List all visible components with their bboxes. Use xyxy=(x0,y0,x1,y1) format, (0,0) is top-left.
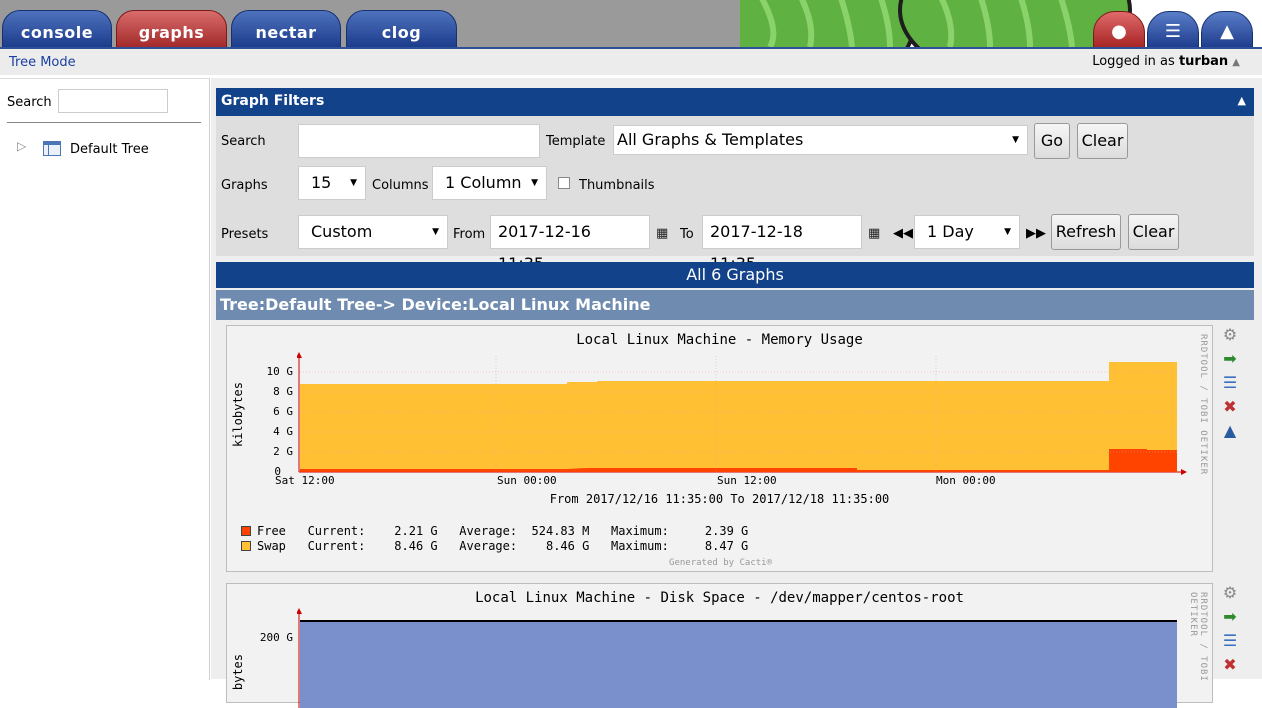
list-icon[interactable]: ☰ xyxy=(1220,373,1240,393)
graph-title: Local Linux Machine - Disk Space - /dev/… xyxy=(475,590,964,606)
legend-swap: Swap Current: 8.46 G Average: 8.46 G Max… xyxy=(241,539,748,553)
tab-console[interactable]: console xyxy=(2,10,112,47)
tree-view-tab[interactable]: ● xyxy=(1093,11,1145,47)
sidebar-divider xyxy=(7,122,201,123)
x-tick: Mon 00:00 xyxy=(936,474,996,487)
presets-label: Presets xyxy=(221,227,269,242)
legend-swatch xyxy=(241,541,251,551)
y-tick: 6 G xyxy=(273,405,293,418)
breadcrumb-bar: Tree Mode Logged in as turban ▲ xyxy=(0,47,1262,75)
thumbnails-label: Thumbnails xyxy=(579,178,655,193)
tree-path-header: Tree:Default Tree-> Device:Local Linux M… xyxy=(216,290,1254,320)
all-graphs-header: All 6 Graphs xyxy=(216,262,1254,288)
thumbnails-checkbox[interactable] xyxy=(558,177,570,189)
to-date-input[interactable]: 2017-12-18 11:35 xyxy=(702,215,862,273)
sidebar-search-label: Search xyxy=(7,95,52,110)
tab-graphs[interactable]: graphs xyxy=(116,10,227,47)
y-tick: 10 G xyxy=(266,365,294,378)
gear-icon[interactable]: ⚙ xyxy=(1220,325,1240,345)
disk-space-plot xyxy=(297,608,1177,708)
memory-usage-plot xyxy=(297,352,1187,475)
used-area xyxy=(300,621,1177,708)
presets-select[interactable]: Custom xyxy=(298,215,448,249)
logged-in-status: Logged in as turban ▲ xyxy=(1092,54,1240,69)
realtime-icon[interactable]: ▲ xyxy=(1220,421,1240,441)
x-tick: Sun 00:00 xyxy=(497,474,557,487)
graph-disk-space[interactable]: Local Linux Machine - Disk Space - /dev/… xyxy=(226,583,1213,708)
legend-text: Free Current: 2.21 G Average: 524.83 M M… xyxy=(257,524,749,538)
gear-icon[interactable]: ⚙ xyxy=(1220,583,1240,603)
tree-icon: ● xyxy=(1111,21,1127,42)
sidebar-search-input[interactable] xyxy=(58,89,168,113)
tab-nectar[interactable]: nectar xyxy=(231,10,341,47)
refresh-button[interactable]: Refresh xyxy=(1051,214,1121,250)
from-label: From xyxy=(453,227,486,242)
list-icon: ☰ xyxy=(1164,21,1182,42)
y-tick: 8 G xyxy=(273,385,293,398)
graph-title: Local Linux Machine - Memory Usage xyxy=(576,332,863,348)
graph-actions: ⚙ ➡ ☰ ✖ xyxy=(1220,583,1244,679)
logged-in-prefix: Logged in as xyxy=(1092,54,1175,69)
graph-actions: ⚙ ➡ ☰ ✖ ▲ xyxy=(1220,325,1244,445)
y-tick: 4 G xyxy=(273,425,293,438)
generated-by: Generated by Cacti® xyxy=(669,558,772,568)
user-name[interactable]: turban xyxy=(1179,54,1228,69)
swap-area xyxy=(300,362,1177,472)
legend-text: Swap Current: 8.46 G Average: 8.46 G Max… xyxy=(257,539,749,553)
columns-select[interactable]: 1 Column xyxy=(432,166,547,200)
columns-label: Columns xyxy=(372,178,429,193)
shift-right-icon[interactable]: ▶▶ xyxy=(1026,226,1046,241)
preview-icon: ▲ xyxy=(1220,21,1234,42)
clear-button[interactable]: Clear xyxy=(1077,123,1128,159)
top-nav-bar: console graphs nectar clog ● ☰ ▲ xyxy=(0,0,1262,47)
graph-filters-title: Graph Filters xyxy=(221,93,325,109)
user-menu-icon[interactable]: ▲ xyxy=(1232,57,1240,68)
list-icon[interactable]: ☰ xyxy=(1220,631,1240,651)
tree-path-text: Tree:Default Tree-> Device:Local Linux M… xyxy=(220,295,651,314)
to-label: To xyxy=(680,227,694,242)
export-icon[interactable]: ➡ xyxy=(1220,607,1240,627)
preview-view-tab[interactable]: ▲ xyxy=(1201,11,1253,47)
graph-y-label: kilobytes xyxy=(231,382,245,448)
export-icon[interactable]: ➡ xyxy=(1220,349,1240,369)
timespan-select[interactable]: 1 Day xyxy=(914,215,1020,249)
graphs-count-select[interactable]: 15 xyxy=(298,166,366,200)
sidebar: Search ▷ Default Tree xyxy=(0,78,210,680)
graph-y-label: bytes xyxy=(231,654,245,691)
legend-free: Free Current: 2.21 G Average: 524.83 M M… xyxy=(241,524,748,538)
graphs-label: Graphs xyxy=(221,178,268,193)
sidebar-item-default-tree[interactable]: Default Tree xyxy=(70,142,149,157)
from-date-input[interactable]: 2017-12-16 11:35 xyxy=(490,215,650,273)
clear-time-button[interactable]: Clear xyxy=(1128,214,1179,250)
zoom-icon[interactable]: ✖ xyxy=(1220,655,1240,675)
tab-clog[interactable]: clog xyxy=(346,10,457,47)
collapse-icon[interactable]: ▲ xyxy=(1238,94,1246,107)
graph-time-range: From 2017/12/16 11:35:00 To 2017/12/18 1… xyxy=(549,492,890,506)
graph-side-text: RRDTOOL / TOBI OETIKER xyxy=(1198,334,1208,476)
tree-expand-icon[interactable]: ▷ xyxy=(17,139,26,153)
tree-node-icon xyxy=(43,141,61,156)
to-calendar-icon[interactable]: ▦ xyxy=(868,226,880,241)
list-view-tab[interactable]: ☰ xyxy=(1147,11,1199,47)
graph-filters-header: Graph Filters ▲ xyxy=(216,88,1254,116)
go-button[interactable]: Go xyxy=(1034,123,1070,159)
y-tick: 2 G xyxy=(273,445,293,458)
legend-swatch xyxy=(241,526,251,536)
template-label: Template xyxy=(546,134,606,149)
breadcrumb-tree-mode[interactable]: Tree Mode xyxy=(9,55,76,70)
filter-search-input[interactable] xyxy=(298,124,540,158)
graph-side-text: RRDTOOL / TOBI OETIKER xyxy=(1188,592,1208,682)
y-tick: 200 G xyxy=(259,631,293,644)
template-select[interactable]: All Graphs & Templates xyxy=(613,125,1028,155)
search-label: Search xyxy=(221,134,266,149)
zoom-icon[interactable]: ✖ xyxy=(1220,397,1240,417)
graph-memory-usage[interactable]: Local Linux Machine - Memory Usage RRDTO… xyxy=(226,325,1213,572)
shift-left-icon[interactable]: ◀◀ xyxy=(893,226,913,241)
graph-filters-body: Search Template All Graphs & Templates G… xyxy=(216,116,1254,273)
main-content: Graph Filters ▲ Search Template All Grap… xyxy=(211,78,1262,708)
from-calendar-icon[interactable]: ▦ xyxy=(656,226,668,241)
x-tick: Sat 12:00 xyxy=(275,474,335,487)
x-tick: Sun 12:00 xyxy=(717,474,777,487)
